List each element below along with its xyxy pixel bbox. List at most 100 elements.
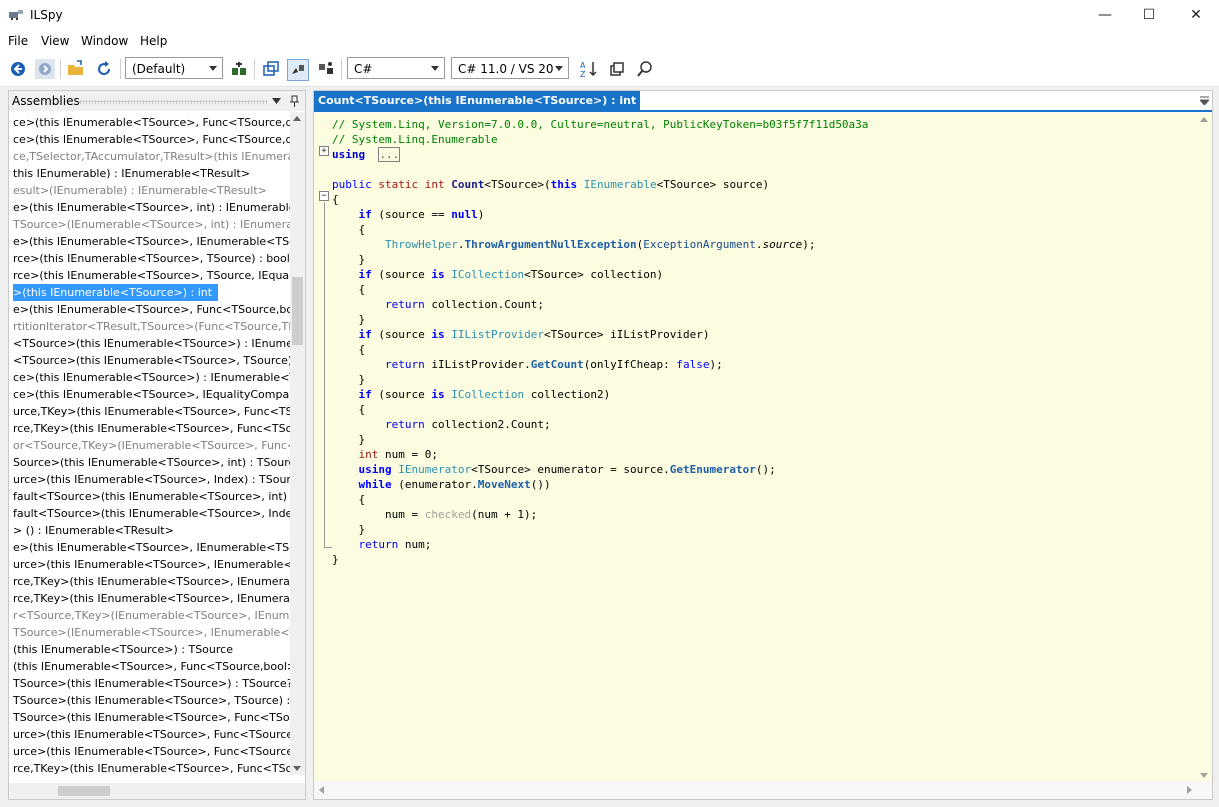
tab-decompiled-method[interactable]: Count<TSource>(this IEnumerable<TSource>… — [314, 91, 641, 110]
assembly-tree[interactable]: ce>(this IEnumerable<TSource>, Func<TSou… — [9, 112, 291, 775]
code-vertical-scrollbar[interactable] — [1196, 113, 1212, 782]
code-line: if (source == null) — [332, 207, 485, 222]
assembly-vertical-scroll-thumb[interactable] — [292, 277, 303, 345]
tree-item[interactable]: fault<TSource>(this IEnumerable<TSource>… — [13, 488, 291, 505]
scroll-right-icon[interactable] — [1187, 786, 1192, 794]
panel-menu-icon[interactable] — [272, 97, 281, 105]
close-button[interactable]: ✕ — [1173, 0, 1219, 31]
scroll-down-icon[interactable] — [293, 766, 301, 771]
tree-item[interactable]: (this IEnumerable<TSource>) : TSource — [13, 641, 233, 658]
tree-item[interactable]: ce>(this IEnumerable<TSource>, IEquality… — [13, 386, 291, 403]
tree-item[interactable]: or<TSource,TKey>(IEnumerable<TSource>, F… — [13, 437, 291, 454]
pin-icon[interactable] — [290, 95, 299, 107]
tree-item[interactable]: TSource>(this IEnumerable<TSource>, TSou… — [13, 692, 291, 709]
tree-item[interactable]: rce,TKey>(this IEnumerable<TSource>, IEn… — [13, 573, 291, 590]
tree-item-selected[interactable]: >(this IEnumerable<TSource>) : int — [13, 284, 219, 301]
tree-item[interactable]: rce>(this IEnumerable<TSource>, TSource)… — [13, 250, 290, 267]
code-token: is — [431, 388, 445, 401]
panel-grip[interactable] — [79, 100, 267, 104]
back-icon[interactable] — [8, 59, 28, 79]
code-token: // System.Linq.Enumerable — [332, 133, 498, 146]
code-line: using ... — [332, 147, 401, 162]
collapse-fold-icon[interactable]: − — [319, 191, 329, 201]
tree-item[interactable]: urce>(this IEnumerable<TSource>, Index) … — [13, 471, 291, 488]
tree-item[interactable]: TSource>(IEnumerable<TSource>, int) : IE… — [13, 216, 291, 233]
tree-item[interactable]: r<TSource,TKey>(IEnumerable<TSource>, IE… — [13, 607, 291, 624]
tree-item[interactable]: this IEnumerable) : IEnumerable<TResult> — [13, 165, 250, 182]
language-combo[interactable]: C# — [347, 57, 445, 79]
tree-item[interactable]: ce>(this IEnumerable<TSource>, Func<TSou… — [13, 114, 291, 131]
scroll-down-icon[interactable] — [1200, 773, 1208, 778]
tree-item[interactable]: > () : IEnumerable<TResult> — [13, 522, 174, 539]
scroll-up-icon[interactable] — [1200, 117, 1208, 122]
scroll-left-icon[interactable] — [319, 786, 324, 794]
tree-item[interactable]: <TSource>(this IEnumerable<TSource>) : I… — [13, 335, 291, 352]
tree-item[interactable]: e>(this IEnumerable<TSource>, IEnumerabl… — [13, 233, 291, 250]
menu-view[interactable]: View — [41, 34, 69, 48]
tree-item[interactable]: e>(this IEnumerable<TSource>, Func<TSour… — [13, 301, 291, 318]
tree-item[interactable]: e>(this IEnumerable<TSource>, IEnumerabl… — [13, 539, 291, 556]
code-line: // System.Linq, Version=7.0.0.0, Culture… — [332, 117, 868, 132]
tree-item[interactable]: TSource>(this IEnumerable<TSource>, Func… — [13, 709, 291, 726]
toolbar: (Default) C# C# 11.0 / VS 2022.4 AZ — [0, 51, 1219, 87]
assembly-horizontal-scrollbar[interactable] — [9, 783, 305, 799]
forward-icon[interactable] — [35, 59, 55, 79]
maximize-button[interactable]: ☐ — [1126, 0, 1172, 31]
tree-item[interactable]: urce>(this IEnumerable<TSource>, IEnumer… — [13, 556, 291, 573]
assembly-vertical-scrollbar[interactable] — [290, 112, 305, 775]
new-window-icon[interactable] — [261, 59, 281, 79]
code-token: return — [384, 418, 425, 431]
code-line: { — [332, 192, 339, 207]
code-line: int num = 0; — [332, 447, 438, 462]
assembly-horizontal-scroll-thumb[interactable] — [58, 786, 110, 796]
tree-item[interactable]: rtitionIterator<TResult,TSource>(Func<TS… — [13, 318, 291, 335]
open-folder-icon[interactable] — [66, 59, 86, 79]
show-internal-api-icon[interactable] — [287, 59, 309, 81]
expand-fold-icon[interactable]: + — [319, 146, 329, 156]
tree-item[interactable]: urce>(this IEnumerable<TSource>, Func<TS… — [13, 726, 291, 743]
tree-item[interactable]: <TSource>(this IEnumerable<TSource>, TSo… — [13, 352, 291, 369]
language-version-combo[interactable]: C# 11.0 / VS 2022.4 — [451, 57, 569, 79]
search-icon[interactable] — [635, 59, 655, 79]
scroll-up-icon[interactable] — [293, 116, 301, 121]
tree-item[interactable]: e>(this IEnumerable<TSource>, int) : IEn… — [13, 199, 291, 216]
code-token: <TSource> source) — [656, 178, 770, 191]
tree-item[interactable]: rce,TKey>(this IEnumerable<TSource>, Fun… — [13, 420, 291, 437]
code-token: Count — [451, 178, 485, 191]
tree-item[interactable]: rce,TKey>(this IEnumerable<TSource>, IEn… — [13, 590, 291, 607]
tree-item[interactable]: rce>(this IEnumerable<TSource>, TSource,… — [13, 267, 291, 284]
manage-assemblies-icon[interactable] — [229, 59, 249, 79]
language-value: C# — [354, 62, 373, 76]
code-line: } — [332, 432, 365, 447]
tree-item[interactable]: Source>(this IEnumerable<TSource>, int) … — [13, 454, 291, 471]
window-title: ILSpy — [30, 8, 63, 22]
menu-window[interactable]: Window — [81, 34, 128, 48]
tree-item[interactable]: rce,TKey>(this IEnumerable<TSource>, Fun… — [13, 760, 291, 775]
tree-item[interactable]: ce>(this IEnumerable<TSource>, Func<TSou… — [13, 131, 291, 148]
tree-item[interactable]: ce>(this IEnumerable<TSource>) : IEnumer… — [13, 369, 291, 386]
code-token: if — [358, 328, 372, 341]
collapse-all-icon[interactable] — [607, 59, 627, 79]
code-editor[interactable]: + − // System.Linq, Version=7.0.0.0, Cul… — [314, 113, 1196, 782]
code-token: { — [332, 283, 366, 296]
assemblies-title: Assemblies — [12, 94, 80, 108]
tree-item[interactable]: (this IEnumerable<TSource>, Func<TSource… — [13, 658, 291, 675]
code-horizontal-scrollbar[interactable] — [314, 781, 1212, 799]
reload-icon[interactable] — [94, 59, 114, 79]
tree-item[interactable]: TSource>(this IEnumerable<TSource>) : TS… — [13, 675, 291, 692]
show-all-api-icon[interactable] — [316, 59, 336, 79]
tree-item[interactable]: TSource>(IEnumerable<TSource>, IEnumerab… — [13, 624, 291, 641]
sort-icon[interactable]: AZ — [579, 59, 599, 79]
menu-file[interactable]: File — [8, 34, 28, 48]
tree-item[interactable]: urce>(this IEnumerable<TSource>, Func<TS… — [13, 743, 291, 760]
tree-item[interactable]: esult>(IEnumerable) : IEnumerable<TResul… — [13, 182, 267, 199]
tree-item[interactable]: urce,TKey>(this IEnumerable<TSource>, Fu… — [13, 403, 291, 420]
code-token: int — [424, 178, 445, 191]
tree-item[interactable]: ce,TSelector,TAccumulator,TResult>(this … — [13, 148, 291, 165]
tree-item[interactable]: fault<TSource>(this IEnumerable<TSource>… — [13, 505, 291, 522]
menu-help[interactable]: Help — [140, 34, 167, 48]
minimize-button[interactable]: — — [1082, 0, 1128, 31]
assembly-list-combo[interactable]: (Default) — [125, 57, 223, 79]
tab-menu-icon[interactable] — [1200, 96, 1209, 105]
